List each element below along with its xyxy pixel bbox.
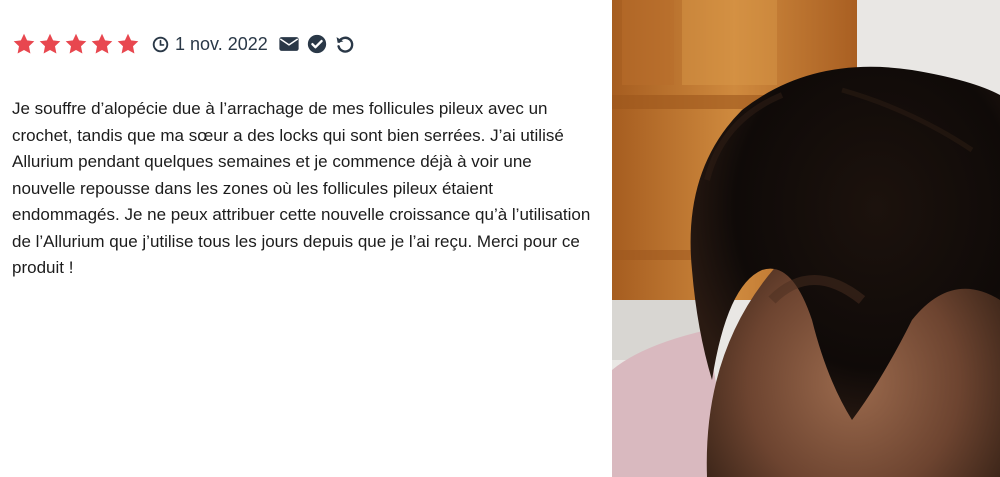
- star-icon: [91, 33, 113, 54]
- refresh-icon[interactable]: [334, 33, 356, 55]
- clock-icon: [152, 36, 169, 52]
- envelope-icon[interactable]: [278, 33, 300, 55]
- review-text: Je souffre d’alopécie due à l’arrachage …: [12, 99, 591, 277]
- star-icon: [117, 33, 139, 54]
- review-date-text: 1 nov. 2022: [175, 33, 268, 54]
- review-date: 1 nov. 2022: [152, 34, 268, 55]
- review-meta: 1 nov. 2022: [12, 32, 362, 56]
- review-photo[interactable]: [612, 0, 1000, 477]
- review-card: 1 nov. 2022 Je souffre d’alopécie due à …: [0, 0, 612, 477]
- review-photo-image: [612, 0, 1000, 477]
- star-icon: [39, 33, 61, 54]
- star-icon: [65, 33, 87, 54]
- star-icon: [13, 33, 35, 54]
- star-rating: [12, 32, 140, 56]
- check-circle-icon: [307, 34, 326, 54]
